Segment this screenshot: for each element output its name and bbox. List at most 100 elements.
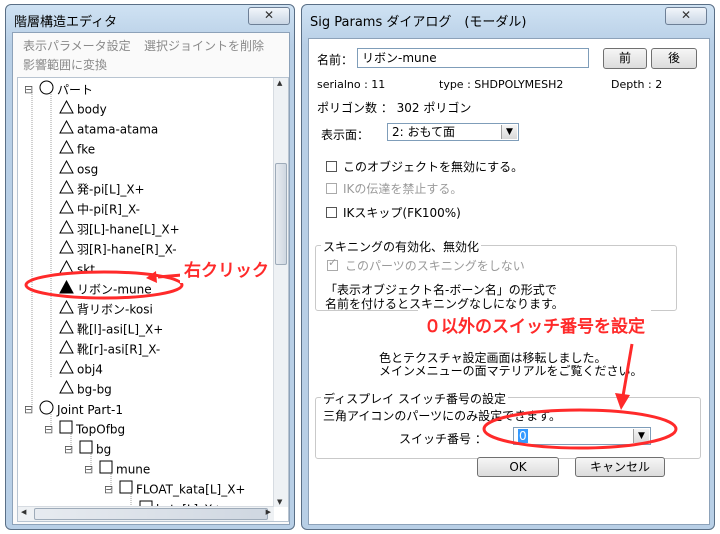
square-icon	[59, 420, 73, 439]
chevron-down-icon[interactable]: ▼	[501, 125, 517, 139]
tree-view[interactable]: ⊟ パート body atama-atama fke osg 発-pi[L]_X+ 中-pi[…	[17, 77, 289, 522]
triangle-icon	[59, 359, 74, 379]
circle-icon	[39, 400, 54, 420]
face-label: 表示面：	[321, 128, 370, 142]
tree-horizontal-scrollbar[interactable]: ◀ ▶	[18, 506, 274, 521]
tree-node[interactable]: 靴[r]-asi[R]_X-	[44, 339, 161, 358]
tree-node-label: 羽[R]-hane[R]_X-	[77, 242, 177, 257]
tree-node[interactable]: ⊟ TopOfbg	[44, 420, 125, 438]
circle-icon	[39, 80, 54, 100]
chevron-down-icon[interactable]: ▼	[633, 429, 649, 443]
tree-node[interactable]: リボン-mune	[44, 279, 152, 298]
scroll-right-icon[interactable]: ▶	[266, 508, 271, 516]
ik-block-label: IKの伝達を禁止する。	[343, 182, 463, 196]
hscrollbar-thumb[interactable]	[34, 508, 268, 520]
scroll-down-icon[interactable]: ▼	[277, 498, 282, 506]
triangle-icon	[59, 159, 74, 179]
triangle-icon	[59, 199, 74, 219]
triangle-icon	[59, 139, 74, 159]
face-select-value: 2: おもて面	[392, 125, 456, 139]
disable-object-checkbox[interactable]	[326, 161, 337, 172]
ik-skip-checkbox[interactable]	[326, 207, 337, 218]
tree-expander-icon[interactable]: ⊟	[24, 81, 37, 99]
tree-node-label: fke	[77, 142, 96, 157]
tree-node-label: 靴[r]-asi[R]_X-	[77, 342, 161, 357]
scroll-up-icon[interactable]: ▲	[277, 79, 282, 87]
cancel-button[interactable]: キャンセル	[575, 457, 665, 477]
triangle-icon	[59, 259, 74, 279]
switch-note: 三角アイコンのパーツにのみ設定できます。	[323, 409, 561, 423]
close-icon: ✕	[680, 8, 692, 22]
sig-params-dialog: Sig Params ダイアログ (モーダル) ✕ 名前： リボン-mune 前…	[301, 4, 715, 530]
menu-delete-joint[interactable]: 選択ジョイントを削除	[144, 37, 264, 54]
triangle-icon	[59, 299, 74, 319]
face-select[interactable]: 2: おもて面 ▼	[387, 123, 519, 141]
triangle-icon	[59, 219, 74, 239]
type-text: type : SHDPOLYMESH2	[439, 78, 564, 91]
square-icon	[119, 480, 133, 499]
tree-node-label: リボン-mune	[77, 282, 152, 297]
tree-node-label: 背リボン-kosi	[77, 302, 153, 317]
tree-node-label: skt	[77, 262, 95, 277]
ok-button[interactable]: OK	[477, 457, 559, 477]
tree-vertical-scrollbar[interactable]: ▲ ▼	[273, 78, 288, 507]
scrollbar-thumb[interactable]	[275, 163, 287, 265]
triangle-icon	[59, 379, 74, 399]
ik-block-checkbox[interactable]	[326, 183, 337, 194]
polygon-count: ポリゴン数 ： 302 ポリゴン	[317, 101, 472, 115]
skin-disable-label: このパーツのスキニングをしない	[345, 259, 525, 273]
tree-node[interactable]: osg	[44, 159, 98, 179]
tree-expander-icon[interactable]: ⊟	[64, 441, 77, 459]
tree-node[interactable]: 発-pi[L]_X+	[44, 179, 145, 199]
tree-node-label: FLOAT_kata[L]_X+	[136, 482, 246, 497]
tree-node-label: 発-pi[L]_X+	[77, 182, 145, 197]
next-button[interactable]: 後	[651, 48, 697, 69]
name-label: 名前：	[317, 53, 354, 67]
check-icon: ✓	[328, 256, 338, 269]
tree-node[interactable]: 羽[R]-hane[R]_X-	[44, 239, 177, 258]
tree-expander-icon[interactable]: ⊟	[24, 401, 37, 419]
switch-select-value: 0	[518, 429, 528, 443]
switch-select[interactable]: 0 ▼	[513, 427, 651, 445]
tree-expander-icon[interactable]: ⊟	[44, 421, 57, 439]
tree-node-label: 中-pi[R]_X-	[77, 202, 140, 217]
tree-node[interactable]: atama-atama	[44, 119, 159, 138]
tree-node-label: 靴[l]-asi[L]_X+	[77, 322, 164, 337]
square-icon	[99, 460, 113, 479]
hierarchy-editor-title: 階層構造エディタ	[14, 15, 118, 30]
menu-convert-influence[interactable]: 影響範囲に変換	[23, 56, 107, 73]
dialog-close-button[interactable]: ✕	[665, 7, 707, 25]
close-icon: ✕	[263, 8, 275, 22]
tree-node[interactable]: body	[44, 99, 107, 118]
tree-content: ⊟ パート body atama-atama fke osg 発-pi[L]_X+ 中-pi[…	[18, 78, 274, 507]
tree-expander-icon[interactable]: ⊟	[84, 461, 97, 479]
tree-node[interactable]: 羽[L]-hane[L]_X+	[44, 219, 180, 239]
tree-expander-icon[interactable]: ⊟	[104, 481, 117, 499]
tree-node[interactable]: ⊟ パート	[24, 80, 93, 98]
tree-node[interactable]: ⊟ bg	[64, 440, 111, 458]
tree-node[interactable]: skt	[44, 259, 95, 279]
close-button[interactable]: ✕	[248, 7, 290, 25]
tree-node[interactable]: ⊟ FLOAT_kata[L]_X+	[104, 480, 245, 498]
prev-button[interactable]: 前	[603, 48, 647, 69]
tree-node[interactable]: fke	[44, 139, 96, 159]
tree-node[interactable]: obj4	[44, 359, 103, 379]
menu-display-params[interactable]: 表示パラメータ設定	[23, 37, 131, 54]
dialog-client: 名前： リボン-mune 前 後 serialno : 11 type : SH…	[308, 38, 710, 525]
tree-node-label: bg-bg	[77, 382, 112, 397]
tree-node[interactable]: ⊟ Joint Part-1	[24, 400, 123, 418]
tree-node-label: TopOfbg	[76, 422, 126, 437]
tree-node-label: Joint Part-1	[57, 403, 123, 417]
tree-node-label: atama-atama	[77, 122, 159, 137]
tree-node[interactable]: 背リボン-kosi	[44, 299, 153, 319]
skinning-group-title: スキニングの有効化、無効化	[321, 238, 482, 255]
tree-node[interactable]: ⊟ mune	[84, 460, 150, 478]
tree-node[interactable]: 靴[l]-asi[L]_X+	[44, 319, 164, 338]
scroll-left-icon[interactable]: ◀	[21, 508, 26, 516]
triangle-icon	[59, 179, 74, 199]
tree-node-label: bg	[96, 442, 112, 457]
tree-node-label: パート	[57, 83, 94, 97]
name-field[interactable]: リボン-mune	[357, 48, 589, 68]
tree-node[interactable]: 中-pi[R]_X-	[44, 199, 140, 219]
tree-node[interactable]: bg-bg	[44, 379, 112, 399]
